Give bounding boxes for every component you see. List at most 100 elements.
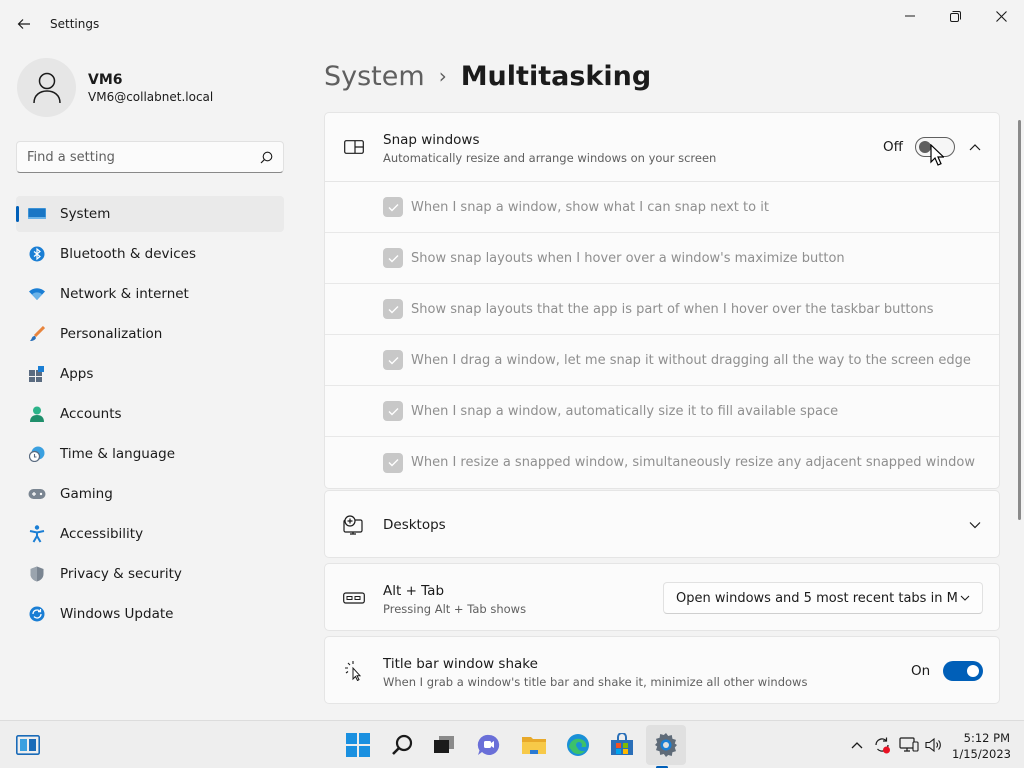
checkbox	[383, 197, 403, 217]
store-button[interactable]	[606, 729, 638, 761]
sidebar-item-label: Gaming	[60, 486, 113, 502]
snap-windows-description: Automatically resize and arrange windows…	[383, 151, 717, 165]
title-bar-shake-card: Title bar window shake When I grab a win…	[324, 636, 1000, 704]
sidebar-item-windows-update[interactable]: Windows Update	[16, 596, 284, 632]
chat-button[interactable]	[473, 729, 505, 761]
update-icon	[28, 605, 46, 623]
shake-toggle-state: On	[911, 663, 931, 679]
checkbox	[383, 299, 403, 319]
speaker-icon	[925, 737, 941, 753]
search-icon	[392, 734, 413, 755]
sidebar-item-accounts[interactable]: Accounts	[16, 396, 284, 432]
search-taskbar-button[interactable]	[386, 729, 418, 761]
sidebar-item-apps[interactable]: Apps	[16, 356, 284, 392]
restore-icon	[949, 10, 961, 22]
clock-time: 5:12 PM	[963, 731, 1010, 745]
checkmark-icon	[388, 459, 398, 467]
task-view-icon	[434, 736, 454, 753]
page-title: Multitasking	[460, 60, 652, 92]
volume-button[interactable]	[924, 735, 944, 755]
person-icon	[28, 405, 46, 423]
search-box[interactable]	[16, 141, 284, 173]
close-button[interactable]	[978, 0, 1024, 32]
snap-option: When I drag a window, let me snap it wit…	[325, 335, 999, 386]
snap-option-label: When I snap a window, automatically size…	[411, 403, 839, 419]
sidebar-item-time-language[interactable]: Time & language	[16, 436, 284, 472]
user-profile[interactable]: VM6 VM6@collabnet.local	[17, 58, 213, 117]
search-icon	[260, 151, 273, 163]
alt-tab-dropdown[interactable]: Open windows and 5 most recent tabs in M	[663, 582, 983, 614]
keyboard-tab-icon	[343, 587, 365, 609]
back-arrow-icon	[17, 19, 30, 29]
snap-option-label: When I snap a window, show what I can sn…	[411, 199, 769, 215]
task-view-button[interactable]	[428, 729, 460, 761]
breadcrumb: System › Multitasking	[324, 56, 651, 96]
desktops-card[interactable]: Desktops	[324, 490, 1000, 558]
apps-icon	[28, 365, 46, 383]
start-button[interactable]	[342, 729, 374, 761]
title-bar-shake-toggle[interactable]	[943, 661, 983, 681]
network-button[interactable]	[899, 735, 919, 755]
snap-option: When I snap a window, automatically size…	[325, 386, 999, 437]
snap-option-label: When I resize a snapped window, simultan…	[411, 455, 976, 470]
chevron-down-icon	[960, 595, 970, 601]
show-hidden-icons-button[interactable]	[847, 735, 867, 755]
edge-button[interactable]	[562, 729, 594, 761]
person-icon	[32, 72, 61, 103]
profile-email: VM6@collabnet.local	[88, 89, 214, 104]
sidebar-item-bluetooth[interactable]: Bluetooth & devices	[16, 236, 284, 272]
back-button[interactable]	[10, 10, 38, 38]
chevron-down-icon[interactable]	[967, 517, 983, 533]
alt-tab-title: Alt + Tab	[383, 583, 445, 599]
snap-options-list: When I snap a window, show what I can sn…	[325, 181, 999, 488]
chevron-up-icon[interactable]	[967, 139, 983, 155]
sidebar-nav: System Bluetooth & devices Network & int…	[16, 196, 284, 636]
alt-tab-description: Pressing Alt + Tab shows	[383, 602, 527, 616]
close-icon	[995, 10, 1007, 22]
sidebar-item-label: Bluetooth & devices	[60, 246, 197, 262]
sidebar-item-network[interactable]: Network & internet	[16, 276, 284, 312]
sidebar-item-label: Network & internet	[60, 286, 189, 302]
scrollbar[interactable]	[1018, 120, 1021, 520]
title-bar: Settings	[0, 0, 1024, 48]
folder-icon	[522, 737, 546, 754]
mouse-cursor-icon	[930, 144, 944, 166]
sidebar-item-system[interactable]: System	[16, 196, 284, 232]
snap-layout-icon	[343, 136, 365, 158]
sidebar-item-label: Accessibility	[60, 526, 144, 542]
search-input[interactable]	[27, 149, 260, 165]
shake-description: When I grab a window's title bar and sha…	[383, 675, 808, 689]
settings-taskbar-button[interactable]	[646, 725, 686, 768]
snap-option-label: When I drag a window, let me snap it wit…	[411, 352, 971, 368]
checkbox	[383, 248, 403, 268]
restore-button[interactable]	[932, 0, 978, 32]
widgets-icon	[16, 735, 40, 755]
wifi-icon	[28, 285, 46, 303]
sync-status-button[interactable]	[872, 735, 892, 755]
clock-globe-icon	[28, 445, 46, 463]
snap-toggle-state: Off	[883, 139, 903, 155]
breadcrumb-parent[interactable]: System	[324, 61, 425, 92]
bluetooth-icon	[28, 245, 46, 263]
gear-icon	[655, 733, 677, 757]
snap-windows-card: Snap windows Automatically resize and ar…	[324, 112, 1000, 489]
system-clock[interactable]: 5:12 PM 1/15/2023	[952, 730, 1011, 762]
app-title: Settings	[50, 17, 100, 31]
checkbox	[383, 401, 403, 421]
sidebar-item-accessibility[interactable]: Accessibility	[16, 516, 284, 552]
sidebar-item-gaming[interactable]: Gaming	[16, 476, 284, 512]
minimize-icon	[905, 15, 915, 17]
file-explorer-button[interactable]	[518, 729, 550, 761]
network-monitor-icon	[899, 737, 919, 752]
sidebar-item-personalization[interactable]: Personalization	[16, 316, 284, 352]
checkmark-icon	[388, 356, 398, 364]
widgets-button[interactable]	[12, 729, 44, 761]
sidebar-item-label: Time & language	[60, 446, 176, 462]
checkmark-icon	[388, 254, 398, 262]
snap-windows-header[interactable]: Snap windows Automatically resize and ar…	[325, 113, 999, 181]
sidebar-item-privacy[interactable]: Privacy & security	[16, 556, 284, 592]
minimize-button[interactable]	[887, 0, 933, 32]
clock-date: 1/15/2023	[952, 747, 1011, 761]
sync-error-icon	[875, 737, 890, 754]
shake-title: Title bar window shake	[383, 656, 538, 672]
